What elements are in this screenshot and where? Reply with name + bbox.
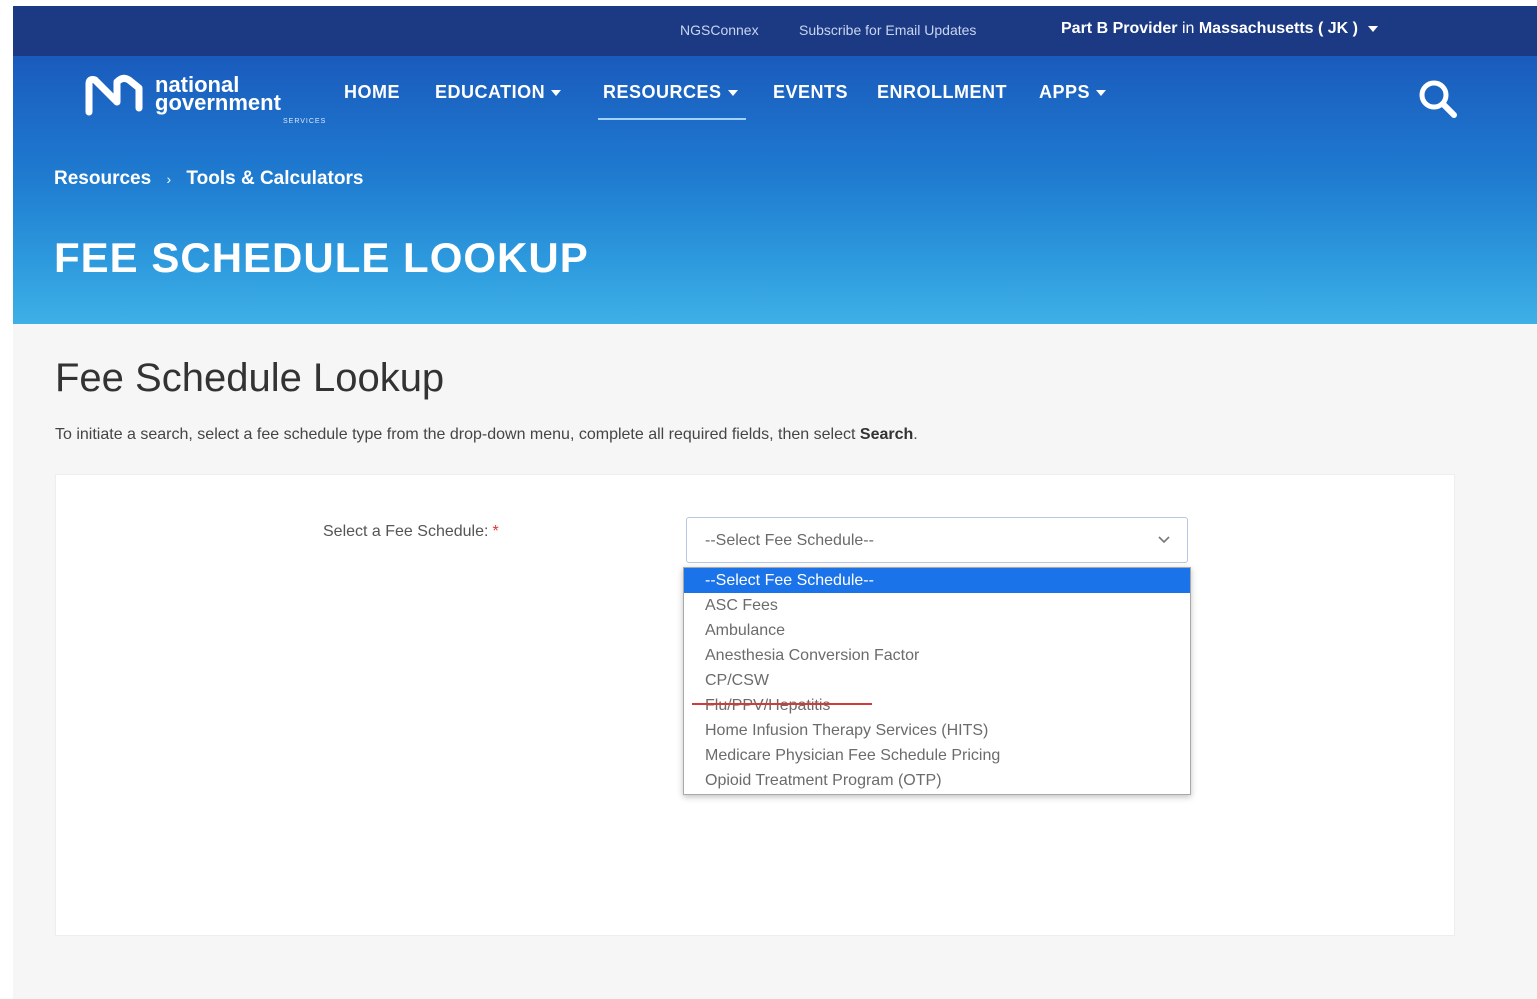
instructions-text: To initiate a search, select a fee sched… xyxy=(55,426,918,444)
fee-schedule-label: Select a Fee Schedule: * xyxy=(323,523,499,541)
nav-enrollment[interactable]: ENROLLMENT xyxy=(877,82,1007,103)
dropdown-option[interactable]: Flu/PPV/Hepatitis xyxy=(684,693,1190,718)
fee-schedule-select-value: --Select Fee Schedule-- xyxy=(705,532,874,549)
provider-in: in xyxy=(1181,20,1195,37)
nav-education-label: EDUCATION xyxy=(435,82,546,102)
logo-mark-icon xyxy=(85,74,143,116)
nav-active-underline xyxy=(598,118,746,120)
logo-line-3: SERVICES xyxy=(283,118,327,125)
dropdown-option[interactable]: Home Infusion Therapy Services (HITS) xyxy=(684,718,1190,743)
dropdown-option[interactable]: Medicare Physician Fee Schedule Pricing xyxy=(684,743,1190,768)
dropdown-option[interactable]: Anesthesia Conversion Factor xyxy=(684,643,1190,668)
ngsconnex-link[interactable]: NGSConnex xyxy=(680,22,759,38)
main-nav: national government SERVICES HOME EDUCAT… xyxy=(13,56,1537,136)
nav-resources[interactable]: RESOURCES xyxy=(603,82,738,103)
nav-resources-label: RESOURCES xyxy=(603,82,722,102)
utility-bar: NGSConnex Subscribe for Email Updates Pa… xyxy=(13,6,1537,56)
nav-education[interactable]: EDUCATION xyxy=(435,82,562,103)
fee-schedule-select[interactable]: --Select Fee Schedule-- xyxy=(686,517,1188,563)
search-icon[interactable] xyxy=(1417,78,1459,120)
caret-down-icon xyxy=(551,90,562,97)
chevron-down-icon xyxy=(1158,536,1170,544)
lookup-form-card: Select a Fee Schedule: * --Select Fee Sch… xyxy=(55,474,1455,936)
logo-line-2: government xyxy=(155,90,281,115)
nav-apps[interactable]: APPS xyxy=(1039,82,1107,103)
provider-type: Part B Provider xyxy=(1061,20,1178,37)
breadcrumb: Resources › Tools & Calculators xyxy=(54,168,363,190)
nav-apps-label: APPS xyxy=(1039,82,1091,102)
required-asterisk: * xyxy=(492,523,499,540)
dropdown-option[interactable]: --Select Fee Schedule-- xyxy=(684,568,1190,593)
left-margin xyxy=(0,0,13,999)
caret-down-icon xyxy=(727,90,738,97)
dropdown-option[interactable]: Opioid Treatment Program (OTP) xyxy=(684,768,1190,793)
page: NGSConnex Subscribe for Email Updates Pa… xyxy=(13,6,1537,999)
nav-home[interactable]: HOME xyxy=(344,82,400,103)
ngs-logo[interactable]: national government SERVICES xyxy=(83,72,327,132)
breadcrumb-resources[interactable]: Resources xyxy=(54,168,151,189)
dropdown-option[interactable]: ASC Fees xyxy=(684,593,1190,618)
dropdown-option[interactable]: Ambulance xyxy=(684,618,1190,643)
breadcrumb-separator: › xyxy=(166,171,172,187)
instructions-main: To initiate a search, select a fee sched… xyxy=(55,426,860,443)
caret-down-icon xyxy=(1368,25,1379,32)
provider-selector[interactable]: Part B Provider in Massachusetts ( JK ) xyxy=(1061,20,1379,38)
strikethrough-annotation xyxy=(692,703,872,705)
logo-wordmark: national government xyxy=(155,74,281,115)
instructions-end: . xyxy=(913,426,918,443)
page-title: Fee Schedule Lookup xyxy=(55,356,445,400)
fee-schedule-label-text: Select a Fee Schedule: xyxy=(323,523,489,540)
dropdown-option[interactable]: CP/CSW xyxy=(684,668,1190,693)
email-updates-link[interactable]: Subscribe for Email Updates xyxy=(799,22,976,38)
instructions-search-word: Search xyxy=(859,426,914,443)
provider-state: Massachusetts ( JK ) xyxy=(1198,20,1359,37)
nav-events[interactable]: EVENTS xyxy=(773,82,848,103)
fee-schedule-dropdown-list: --Select Fee Schedule-- ASC Fees Ambulan… xyxy=(683,567,1191,795)
hero-title: FEE SCHEDULE LOOKUP xyxy=(54,234,589,281)
breadcrumb-tools-calculators[interactable]: Tools & Calculators xyxy=(186,168,363,189)
caret-down-icon xyxy=(1096,90,1107,97)
hero-banner: national government SERVICES HOME EDUCAT… xyxy=(13,56,1537,324)
